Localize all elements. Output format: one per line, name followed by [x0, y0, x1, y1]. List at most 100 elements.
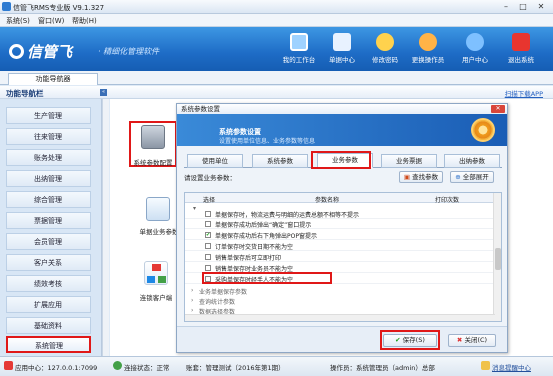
sidebar-item-bookkeeping[interactable]: 账务处理 [6, 149, 91, 166]
table-row[interactable]: 单据保存时，物流运费与明细的运费总额不相等不提示 [185, 209, 495, 219]
group-doc-save[interactable]: › 业务单据保存参数 [185, 286, 495, 296]
sidebar-item-extensions[interactable]: 扩展应用 [6, 296, 91, 313]
status-bar: 应用中心：127.0.0.1:7099 连接状态：正常 账套：管理测试（2016… [0, 356, 553, 376]
toolbar-workbench-button[interactable]: 我的工作台 [279, 31, 319, 64]
dialog-banner: 系统参数设置 设置使用单位信息、业务参数等信息 [177, 114, 507, 146]
toolbar-user-center-button[interactable]: 用户中心 [455, 31, 495, 64]
person-icon [466, 33, 484, 51]
active-tab-highlight [311, 151, 371, 169]
connection-status: 连接状态：正常 [124, 364, 170, 372]
close-button[interactable]: ✖ 关闭(C) [448, 334, 496, 347]
tab-strip: 功能导航器 [0, 71, 553, 85]
tab-nav[interactable]: 功能导航器 [8, 73, 98, 85]
table-row[interactable]: 单据保存成功后弹出“确定”窗口提示 [185, 219, 495, 229]
menu-system[interactable]: 系统(S) [6, 16, 30, 26]
table-row[interactable]: ✔ 单据保存成功后右下角弹出POP窗提示 [185, 230, 495, 240]
sidebar-item-accounts[interactable]: 往来管理 [6, 128, 91, 145]
dialog-close-icon[interactable]: ✕ [491, 105, 505, 113]
sidebar-item-crm[interactable]: 客户关系 [6, 254, 91, 271]
title-bar: 信管飞RMS专业版 V9.1.327 – □ ✕ [0, 0, 553, 14]
tab-system-params[interactable]: 系统参数 [252, 154, 308, 168]
slogan: · 精细化管理软件 [98, 47, 160, 56]
toolbar-exit-button[interactable]: 退出系统 [501, 31, 541, 64]
minimize-icon[interactable]: – [497, 1, 515, 12]
tab-cashier-params[interactable]: 出纳参数 [444, 154, 500, 168]
sidebar-item-general[interactable]: 综合管理 [6, 191, 91, 208]
group-query-stats[interactable]: › 查询统计参数 [185, 296, 495, 306]
grid-hscroll[interactable] [185, 314, 495, 321]
node-icon [158, 276, 166, 283]
menu-window[interactable]: 窗口(W) [38, 16, 64, 26]
logo: 信管飞 [9, 41, 72, 62]
expand-icon: › [191, 287, 194, 294]
system-params-dialog: 系统参数设置 ✕ 系统参数设置 设置使用单位信息、业务参数等信息 使用单位 系统… [176, 103, 508, 353]
checkbox[interactable] [205, 243, 211, 249]
checkbox[interactable]: ✔ [205, 232, 211, 238]
app-icon [2, 2, 11, 11]
toolbar-documents-button[interactable]: 单据中心 [322, 31, 362, 64]
grid-vscroll[interactable] [493, 193, 501, 321]
monitor-icon [290, 33, 308, 51]
dialog-footer: ✔ 保存(S) ✖ 关闭(C) [177, 326, 507, 352]
dialog-titlebar: 系统参数设置 ✕ [177, 104, 507, 114]
expand-all-button[interactable]: ⊕ 全部展开 [450, 171, 494, 183]
checkbox[interactable] [205, 211, 211, 217]
tab-organization[interactable]: 使用单位 [187, 154, 243, 168]
expand-icon: ⊕ [455, 173, 463, 181]
sidebar: 生产管理 往来管理 账务处理 出纳管理 综合管理 票据管理 会员管理 客户关系 … [0, 99, 102, 356]
connected-icon [113, 361, 122, 370]
col-print: 打印次数 [435, 197, 460, 204]
checkbox[interactable] [205, 254, 211, 260]
sidebar-item-system[interactable]: 系统管理 [6, 336, 91, 353]
table-row[interactable]: 销售单保存后可立即打印 [185, 252, 495, 262]
logo-mark-icon [9, 44, 24, 59]
tab-business-receipts[interactable]: 业务票据 [381, 154, 437, 168]
toolbar-password-button[interactable]: 修改密码 [365, 31, 405, 64]
server-icon [4, 361, 13, 370]
check-icon: ✔ [395, 336, 403, 344]
sidebar-item-basic-data[interactable]: 基础资料 [6, 317, 91, 334]
checkbox[interactable] [205, 265, 211, 271]
key-user-icon [376, 33, 394, 51]
menu-help[interactable]: 帮助(H) [72, 16, 97, 26]
sidebar-item-members[interactable]: 会员管理 [6, 233, 91, 250]
checkbox[interactable] [205, 221, 211, 227]
params-grid: 选择 参数名称 打印次数 ▾ 单据保存时，物流运费与明细的运费总额不相等不提示 … [184, 192, 502, 322]
sidebar-item-cashier[interactable]: 出纳管理 [6, 170, 91, 187]
database-gear-icon[interactable] [141, 125, 165, 149]
sidebar-item-performance[interactable]: 绩效考核 [6, 275, 91, 292]
node-icon [152, 264, 161, 271]
col-select: 选择 [203, 197, 216, 204]
message-center-link[interactable]: 消息提醒中心 [492, 362, 531, 372]
account-status: 账套：管理测试（2016年第1期） [186, 364, 285, 372]
grid-header: 选择 参数名称 打印次数 [185, 193, 495, 204]
sidebar-scrollbar[interactable] [102, 99, 109, 356]
expand-icon: › [191, 307, 194, 314]
save-button[interactable]: ✔ 保存(S) [383, 334, 437, 347]
chain-client-icon[interactable] [144, 261, 168, 285]
collapse-icon[interactable]: « [100, 89, 107, 96]
section-header: 功能导航栏 « 扫描下载APP [0, 86, 553, 99]
row-highlight [202, 272, 332, 284]
app-banner: 信管飞 · 精细化管理软件 我的工作台 单据中心 修改密码 更换操作员 用户中心… [0, 27, 553, 71]
select-label: 请设置业务参数： [184, 174, 236, 182]
list-icon [333, 33, 351, 51]
expand-icon: › [191, 297, 194, 304]
find-params-button[interactable]: ▣ 查找参数 [399, 171, 443, 183]
node-icon [147, 276, 155, 283]
module-system-params[interactable]: 系统参数配置 [123, 157, 183, 167]
sidebar-item-invoices[interactable]: 票据管理 [6, 212, 91, 229]
download-app-link[interactable]: 扫描下载APP [505, 88, 543, 98]
table-row[interactable]: 订单保存时交货日期不能为空 [185, 241, 495, 251]
close-icon[interactable]: ✕ [532, 1, 550, 12]
user-icon [419, 33, 437, 51]
dialog-subheading: 设置使用单位信息、业务参数等信息 [219, 138, 316, 145]
maximize-icon[interactable]: □ [514, 1, 532, 12]
document-gear-icon[interactable] [146, 197, 170, 221]
scroll-thumb[interactable] [495, 248, 501, 270]
toolbar-switch-operator-button[interactable]: 更换操作员 [408, 31, 448, 64]
sidebar-item-production[interactable]: 生产管理 [6, 107, 91, 124]
operator-status: 操作员：系统管理员（admin）总部 [330, 364, 435, 372]
search-icon: ▣ [403, 173, 413, 181]
power-icon [512, 33, 530, 51]
